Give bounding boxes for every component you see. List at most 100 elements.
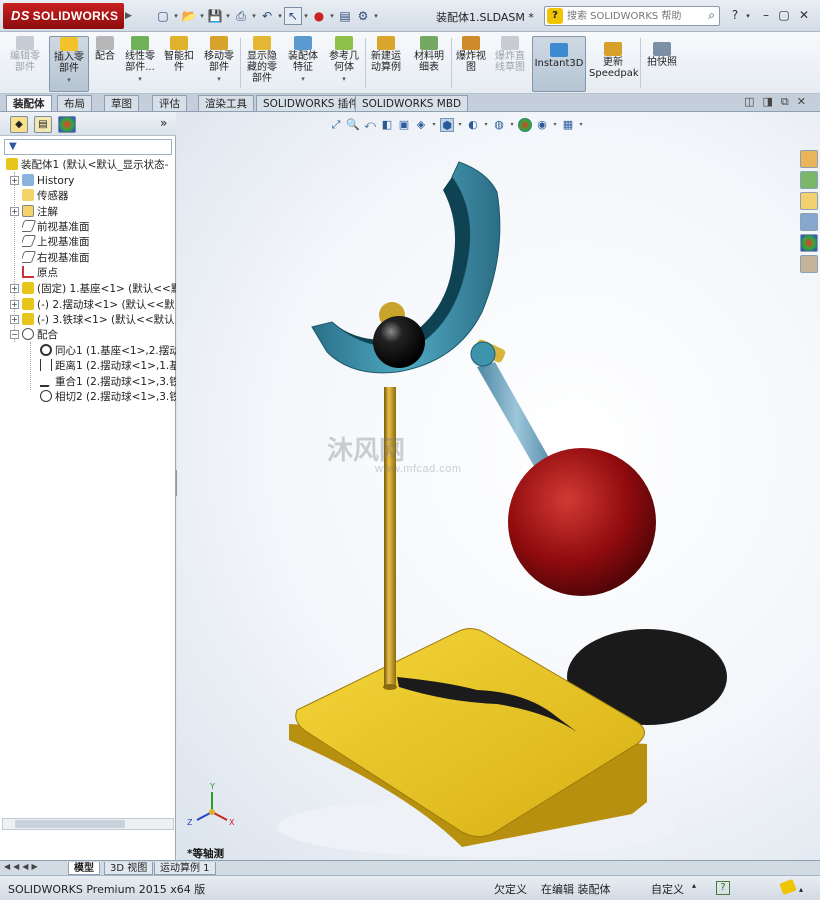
mate-button[interactable]: 配合 (91, 36, 119, 92)
expand-icon[interactable]: + (10, 315, 19, 324)
reference-geometry-dropdown-icon[interactable]: ▾ (325, 74, 363, 85)
tab-sketch[interactable]: 草图 (104, 95, 139, 111)
options-icon[interactable]: ⚙ (354, 7, 372, 25)
instant3d-button[interactable]: Instant3D (532, 36, 586, 92)
undo-icon[interactable]: ↶ (258, 7, 276, 25)
tab-render-tools[interactable]: 渲染工具 (198, 95, 254, 111)
select-dropdown-icon[interactable]: ▾ (302, 12, 310, 20)
expand-panel-icon[interactable]: » (160, 116, 167, 130)
tab-nav-arrows-icon[interactable]: ◀◀◀▶ (4, 862, 41, 871)
doc-close-icon[interactable]: ✕ (797, 95, 806, 109)
help-search-type-icon[interactable]: ? (547, 8, 563, 24)
editing-status[interactable]: 在编辑 装配体 (541, 881, 611, 897)
close-window-icon[interactable]: ✕ (796, 8, 812, 22)
linear-pattern-dropdown-icon[interactable]: ▾ (121, 74, 159, 85)
units-custom[interactable]: 自定义 (651, 881, 684, 897)
tree-item-right-plane[interactable]: 右视基准面 (22, 251, 90, 266)
logo-menu-arrow-icon[interactable]: ▶ (125, 6, 135, 26)
tab-solidworks-mbd[interactable]: SOLIDWORKS MBD (355, 95, 469, 111)
tree-item-annotations[interactable]: + 注解 (10, 205, 58, 220)
tree-item-distance1[interactable]: 距离1 (2.摆动球<1>,1.基 (40, 359, 176, 374)
tree-item-origin[interactable]: 原点 (22, 266, 58, 281)
new-motion-study-button[interactable]: 新建运动算例 (367, 36, 405, 92)
units-dropdown-icon[interactable]: ▴ (692, 881, 696, 890)
tab-assembly[interactable]: 装配体 (6, 95, 52, 111)
tab-layout[interactable]: 布局 (57, 95, 92, 111)
rebuild-traffic-light-icon[interactable]: ● (310, 7, 328, 25)
minimize-window-icon[interactable]: – (758, 8, 774, 22)
feature-manager-tab-icon[interactable]: ◆ (10, 116, 28, 133)
restore-window-icon[interactable]: ▢ (776, 8, 792, 22)
expand-icon[interactable]: + (10, 284, 19, 293)
solidworks-logo[interactable]: DS SOLIDWORKS (3, 3, 124, 29)
tree-item-swing-ball[interactable]: + (-) 2.摆动球<1> (默认<<默 (10, 298, 176, 313)
tab-3d-views[interactable]: 3D 视图 (104, 862, 154, 875)
tab-motion-study-1[interactable]: 运动算例 1 (154, 862, 216, 875)
print-dropdown-icon[interactable]: ▾ (250, 12, 258, 20)
open-dropdown-icon[interactable]: ▾ (198, 12, 206, 20)
exploded-view-button[interactable]: 爆炸视图 (453, 36, 489, 92)
save-icon[interactable]: 💾 (206, 7, 224, 25)
linear-pattern-button[interactable]: 线性零部件... ▾ (121, 36, 159, 92)
tab-model[interactable]: 模型 (68, 862, 100, 875)
tree-item-tangent2[interactable]: 相切2 (2.摆动球<1>,3.铁 (40, 390, 176, 405)
help-search-input[interactable] (567, 9, 695, 23)
collapse-icon[interactable]: − (10, 330, 19, 339)
property-manager-tab-icon[interactable]: ▤ (34, 116, 52, 133)
tree-item-concentric1[interactable]: 同心1 (1.基座<1>,2.摆动 (40, 344, 176, 359)
graphics-area[interactable]: ⤢ 🔍 ⤺ ◧ ▣ ◈ ▾ ⬢ ▾ ◐ ▾ ◍ ▾ ◉ ▾ ▦ ▾ Y X Z … (177, 112, 820, 860)
tree-item-base[interactable]: + (固定) 1.基座<1> (默认<<默 (10, 282, 176, 297)
expand-icon[interactable]: + (10, 207, 19, 216)
assembly-features-button[interactable]: 装配体特征 ▾ (284, 36, 322, 92)
show-hidden-button[interactable]: 显示隐藏的零部件 (243, 36, 281, 92)
tree-item-mates[interactable]: − 配合 (10, 328, 58, 343)
axis-triad: Y X Z (187, 782, 235, 827)
tab-solidworks-addins[interactable]: SOLIDWORKS 插件 (256, 95, 366, 111)
tree-item-front-plane[interactable]: 前视基准面 (22, 220, 90, 235)
tree-item-sensors[interactable]: 传感器 (22, 189, 69, 204)
bill-of-materials-button[interactable]: 材料明细表 (410, 36, 448, 92)
reference-geometry-button[interactable]: 参考几何体 ▾ (325, 36, 363, 92)
undo-dropdown-icon[interactable]: ▾ (276, 12, 284, 20)
expand-icon[interactable]: + (10, 176, 19, 185)
insert-component-dropdown-icon[interactable]: ▾ (50, 75, 88, 86)
edit-component-button[interactable]: 编辑零部件 (6, 36, 44, 92)
tile-horizontal-icon[interactable]: ◫ (744, 95, 754, 109)
smart-fasteners-button[interactable]: 智能扣件 (161, 36, 197, 92)
open-file-icon[interactable]: 📂 (180, 7, 198, 25)
file-properties-icon[interactable]: ▤ (336, 7, 354, 25)
rebuild-status-icon[interactable] (779, 878, 797, 896)
select-cursor-icon[interactable]: ↖ (284, 7, 302, 25)
status-dropdown-icon[interactable]: ▴ (799, 885, 803, 894)
expand-icon[interactable]: + (10, 300, 19, 309)
new-document-icon[interactable]: ▢ (154, 7, 172, 25)
tab-evaluate[interactable]: 评估 (152, 95, 187, 111)
new-dropdown-icon[interactable]: ▾ (172, 12, 180, 20)
rebuild-dropdown-icon[interactable]: ▾ (328, 12, 336, 20)
assembly-model[interactable]: Y X Z (177, 112, 820, 860)
update-speedpak-button[interactable]: 更新Speedpak (589, 36, 639, 92)
move-component-button[interactable]: 移动零部件 ▾ (200, 36, 238, 92)
display-manager-tab-icon[interactable] (58, 116, 76, 133)
tile-vertical-icon[interactable]: ◨ (763, 95, 773, 109)
options-dropdown-icon[interactable]: ▾ (372, 12, 380, 20)
explode-line-sketch-button[interactable]: 爆炸直线草图 (491, 36, 529, 92)
tree-item-coincident1[interactable]: 重合1 (2.摆动球<1>,3.铁 (40, 375, 176, 390)
insert-component-button[interactable]: 插入零部件 ▾ (49, 36, 89, 92)
doc-restore-icon[interactable]: ⧉ (781, 95, 789, 109)
scrollbar-thumb[interactable] (15, 820, 125, 828)
print-icon[interactable]: ⎙ (232, 7, 250, 25)
tree-item-history[interactable]: + History (10, 174, 74, 189)
assembly-features-dropdown-icon[interactable]: ▾ (284, 74, 322, 85)
tree-root-assembly[interactable]: 装配体1 (默认<默认_显示状态- (6, 158, 176, 173)
save-dropdown-icon[interactable]: ▾ (224, 12, 232, 20)
move-component-dropdown-icon[interactable]: ▾ (200, 74, 238, 85)
tree-filter[interactable]: ▼ (4, 139, 172, 155)
search-icon[interactable]: ⌕ (708, 8, 715, 23)
tree-item-top-plane[interactable]: 上视基准面 (22, 235, 90, 250)
quick-tips-icon[interactable]: ? (716, 881, 730, 895)
snapshot-button[interactable]: 拍快照 (643, 36, 681, 92)
help-dropdown-icon[interactable]: ▾ (740, 12, 756, 20)
tree-item-iron-ball[interactable]: + (-) 3.铁球<1> (默认<<默认 (10, 313, 176, 328)
tree-horizontal-scrollbar[interactable] (2, 818, 174, 830)
